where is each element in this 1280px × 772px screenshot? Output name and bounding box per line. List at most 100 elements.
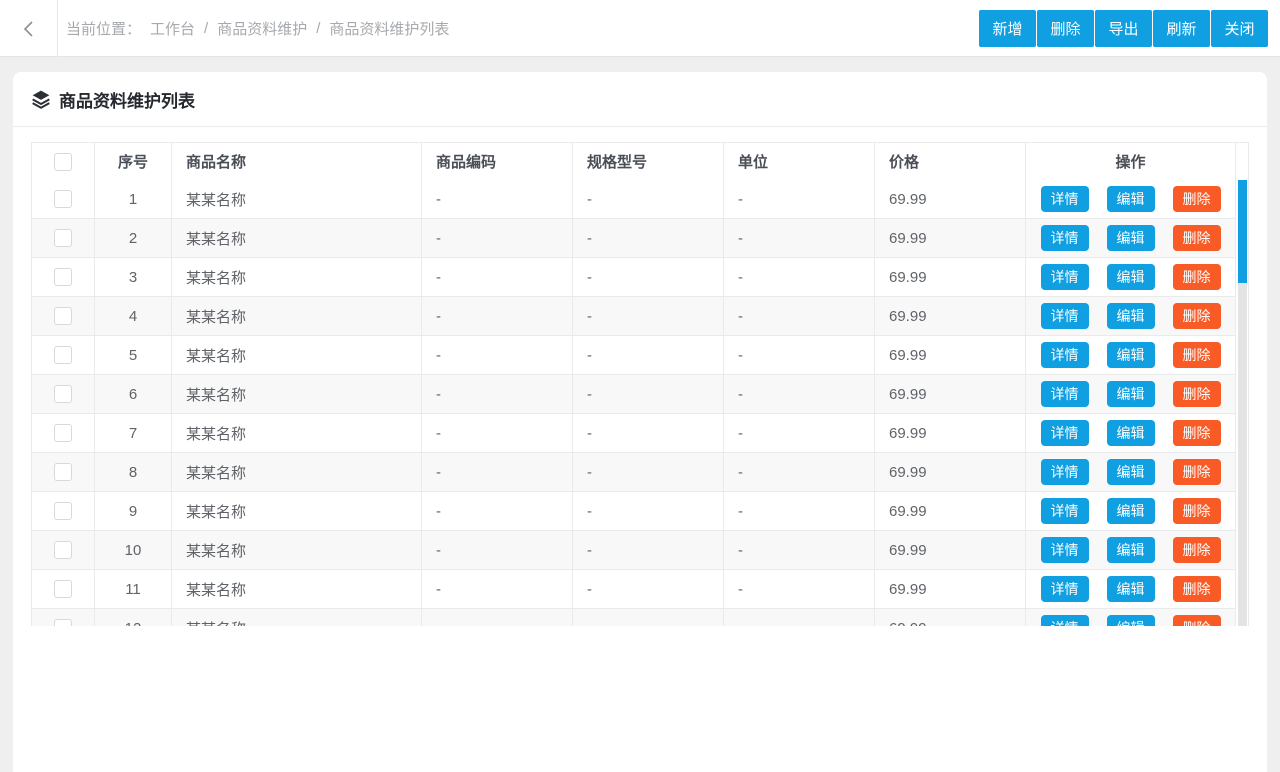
product-table: 序号 商品名称 商品编码 规格型号 单位 价格 操作 1 某某名称 - - - … <box>31 142 1249 626</box>
row-delete-button[interactable]: 删除 <box>1172 537 1221 563</box>
cell-name: 某某名称 <box>172 297 422 335</box>
row-edit-button[interactable]: 编辑 <box>1106 381 1155 407</box>
cell-unit: - <box>724 219 875 257</box>
row-detail-button[interactable]: 详情 <box>1040 420 1089 446</box>
cell-name: 某某名称 <box>172 531 422 569</box>
row-detail-button[interactable]: 详情 <box>1040 303 1089 329</box>
row-checkbox[interactable] <box>54 268 72 286</box>
cell-index: 7 <box>95 414 172 452</box>
row-detail-button[interactable]: 详情 <box>1040 576 1089 602</box>
cell-action: 详情 编辑 删除 <box>1026 531 1236 569</box>
row-edit-button[interactable]: 编辑 <box>1106 186 1155 212</box>
row-delete-button[interactable]: 删除 <box>1172 498 1221 524</box>
column-header-code: 商品编码 <box>422 143 573 180</box>
cell-spec: - <box>573 180 724 218</box>
row-delete-button[interactable]: 删除 <box>1172 264 1221 290</box>
row-edit-button[interactable]: 编辑 <box>1106 303 1155 329</box>
row-edit-button[interactable]: 编辑 <box>1106 342 1155 368</box>
breadcrumb-item-list[interactable]: 商品资料维护列表 <box>329 18 449 39</box>
row-delete-button[interactable]: 删除 <box>1172 615 1221 626</box>
row-delete-button[interactable]: 删除 <box>1172 420 1221 446</box>
cell-index: 12 <box>95 609 172 626</box>
cell-spec: - <box>573 297 724 335</box>
row-select-cell <box>32 609 95 626</box>
row-checkbox[interactable] <box>54 541 72 559</box>
row-edit-button[interactable]: 编辑 <box>1106 225 1155 251</box>
close-button[interactable]: 关闭 <box>1211 10 1268 47</box>
cell-unit: - <box>724 258 875 296</box>
row-delete-button[interactable]: 删除 <box>1172 576 1221 602</box>
row-detail-button[interactable]: 详情 <box>1040 186 1089 212</box>
cell-name: 某某名称 <box>172 609 422 626</box>
cell-index: 3 <box>95 258 172 296</box>
breadcrumb-item-maintenance[interactable]: 商品资料维护 <box>217 18 307 39</box>
row-checkbox[interactable] <box>54 424 72 442</box>
cell-action: 详情 编辑 删除 <box>1026 414 1236 452</box>
select-all-checkbox[interactable] <box>54 152 72 171</box>
cell-name: 某某名称 <box>172 180 422 218</box>
row-checkbox[interactable] <box>54 502 72 520</box>
row-edit-button[interactable]: 编辑 <box>1106 498 1155 524</box>
row-edit-button[interactable]: 编辑 <box>1106 615 1155 626</box>
cell-unit: - <box>724 180 875 218</box>
cell-spec: - <box>573 219 724 257</box>
row-checkbox[interactable] <box>54 580 72 598</box>
add-button[interactable]: 新增 <box>979 10 1036 47</box>
row-detail-button[interactable]: 详情 <box>1040 381 1089 407</box>
row-delete-button[interactable]: 删除 <box>1172 459 1221 485</box>
cell-price: 69.99 <box>875 609 1026 626</box>
cell-index: 8 <box>95 453 172 491</box>
row-detail-button[interactable]: 详情 <box>1040 342 1089 368</box>
row-edit-button[interactable]: 编辑 <box>1106 264 1155 290</box>
table-row: 6 某某名称 - - - 69.99 详情 编辑 删除 <box>32 375 1236 414</box>
layers-icon <box>31 89 51 109</box>
row-checkbox[interactable] <box>54 307 72 325</box>
cell-code: - <box>422 258 573 296</box>
row-checkbox[interactable] <box>54 346 72 364</box>
refresh-button[interactable]: 刷新 <box>1153 10 1210 47</box>
row-delete-button[interactable]: 删除 <box>1172 303 1221 329</box>
row-edit-button[interactable]: 编辑 <box>1106 459 1155 485</box>
cell-unit: - <box>724 297 875 335</box>
row-edit-button[interactable]: 编辑 <box>1106 537 1155 563</box>
row-checkbox[interactable] <box>54 619 72 626</box>
column-header-spec: 规格型号 <box>573 143 724 180</box>
row-detail-button[interactable]: 详情 <box>1040 225 1089 251</box>
row-edit-button[interactable]: 编辑 <box>1106 420 1155 446</box>
cell-action: 详情 编辑 删除 <box>1026 375 1236 413</box>
breadcrumb-separator: / <box>204 20 209 37</box>
table-row: 1 某某名称 - - - 69.99 详情 编辑 删除 <box>32 180 1236 219</box>
vertical-scrollbar-track[interactable] <box>1238 180 1247 626</box>
back-button[interactable] <box>0 0 57 57</box>
row-detail-button[interactable]: 详情 <box>1040 537 1089 563</box>
scrollbar-gutter <box>1236 143 1248 180</box>
row-detail-button[interactable]: 详情 <box>1040 264 1089 290</box>
cell-spec: - <box>573 531 724 569</box>
table-body: 1 某某名称 - - - 69.99 详情 编辑 删除 2 某某名称 - - -… <box>32 180 1248 626</box>
cell-price: 69.99 <box>875 492 1026 530</box>
row-detail-button[interactable]: 详情 <box>1040 615 1089 626</box>
vertical-scrollbar-thumb[interactable] <box>1238 180 1247 283</box>
row-delete-button[interactable]: 删除 <box>1172 342 1221 368</box>
panel-header: 商品资料维护列表 <box>13 72 1267 127</box>
cell-unit: - <box>724 570 875 608</box>
row-checkbox[interactable] <box>54 385 72 403</box>
row-select-cell <box>32 219 95 257</box>
cell-code: - <box>422 180 573 218</box>
breadcrumb-prefix: 当前位置： <box>66 21 142 38</box>
row-delete-button[interactable]: 删除 <box>1172 225 1221 251</box>
export-button[interactable]: 导出 <box>1095 10 1152 47</box>
row-delete-button[interactable]: 删除 <box>1172 381 1221 407</box>
row-delete-button[interactable]: 删除 <box>1172 186 1221 212</box>
row-checkbox[interactable] <box>54 463 72 481</box>
row-edit-button[interactable]: 编辑 <box>1106 576 1155 602</box>
row-detail-button[interactable]: 详情 <box>1040 459 1089 485</box>
row-checkbox[interactable] <box>54 229 72 247</box>
breadcrumb-item-workbench[interactable]: 工作台 <box>150 18 195 39</box>
row-checkbox[interactable] <box>54 190 72 208</box>
row-detail-button[interactable]: 详情 <box>1040 498 1089 524</box>
cell-unit: - <box>724 609 875 626</box>
cell-unit: - <box>724 414 875 452</box>
delete-button[interactable]: 删除 <box>1037 10 1094 47</box>
cell-spec: - <box>573 414 724 452</box>
